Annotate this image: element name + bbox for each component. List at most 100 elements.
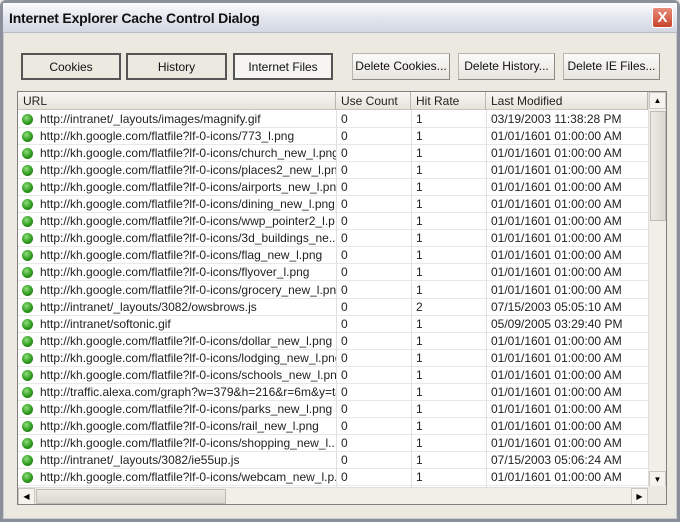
delete-ie-files-button[interactable]: Delete IE Files...: [563, 53, 660, 80]
hit-rate-cell: 1: [416, 163, 423, 178]
table-row[interactable]: http://kh.google.com/flatfile?lf-0-icons…: [18, 418, 648, 435]
cache-entry-icon: [22, 182, 33, 194]
use-count-cell: 0: [341, 401, 348, 416]
use-count-cell: 0: [341, 435, 348, 450]
hit-rate-cell: 1: [416, 146, 423, 161]
url-cell: http://kh.google.com/flatfile?lf-0-icons…: [40, 180, 336, 195]
use-count-cell: 0: [341, 316, 348, 331]
url-cell: http://kh.google.com/flatfile?lf-0-icons…: [40, 435, 336, 450]
url-cell: http://kh.google.com/flatfile?lf-0-icons…: [40, 163, 336, 178]
scroll-left-button[interactable]: ◀: [18, 488, 35, 504]
window-title: Internet Explorer Cache Control Dialog: [9, 10, 260, 26]
table-row[interactable]: http://intranet/_layouts/images/magnify.…: [18, 111, 648, 128]
scroll-right-button[interactable]: ▶: [631, 488, 648, 504]
url-cell: http://kh.google.com/flatfile?lf-0-icons…: [40, 146, 336, 161]
use-count-cell: 0: [341, 282, 348, 297]
url-cell: http://kh.google.com/flatfile?lf-0-icons…: [40, 470, 336, 485]
cache-control-dialog: Internet Explorer Cache Control Dialog X…: [0, 0, 680, 522]
last-modified-cell: 05/09/2005 03:29:40 PM: [491, 316, 623, 331]
close-button[interactable]: X: [652, 7, 673, 28]
cache-entry-icon: [22, 403, 33, 415]
horizontal-scrollbar[interactable]: ◀ ▶: [18, 487, 648, 504]
cache-entry-icon: [22, 455, 33, 466]
last-modified-cell: 01/01/1601 01:00:00 AM: [491, 197, 622, 212]
column-header-use-count[interactable]: Use Count: [336, 92, 411, 110]
url-cell: http://kh.google.com/flatfile?lf-0-icons…: [40, 197, 335, 212]
use-count-cell: 0: [341, 265, 348, 280]
internet-files-toggle-button[interactable]: Internet Files: [233, 53, 333, 80]
use-count-cell: 0: [341, 214, 348, 229]
table-row[interactable]: http://kh.google.com/flatfile?lf-0-icons…: [18, 213, 648, 231]
url-cell: http://kh.google.com/flatfile?lf-0-icons…: [40, 367, 336, 382]
table-row[interactable]: http://kh.google.com/flatfile?lf-0-icons…: [18, 401, 648, 418]
table-row[interactable]: http://kh.google.com/flatfile?lf-0-icons…: [18, 282, 648, 299]
use-count-cell: 0: [341, 384, 348, 399]
table-row[interactable]: http://kh.google.com/flatfile?lf-0-icons…: [18, 333, 648, 350]
use-count-cell: 0: [341, 299, 348, 314]
title-bar[interactable]: Internet Explorer Cache Control Dialog X: [3, 3, 677, 33]
table-row[interactable]: http://kh.google.com/flatfile?lf-0-icons…: [18, 179, 648, 197]
table-row[interactable]: http://kh.google.com/flatfile?lf-0-icons…: [18, 435, 648, 452]
use-count-cell: 0: [341, 129, 348, 144]
table-row[interactable]: http://kh.google.com/flatfile?lf-0-icons…: [18, 145, 648, 163]
hit-rate-cell: 1: [416, 129, 423, 144]
table-row[interactable]: http://kh.google.com/flatfile?lf-0-icons…: [18, 196, 648, 214]
table-row[interactable]: http://intranet/_layouts/3082/ie55up.js 0…: [18, 452, 648, 469]
use-count-cell: 0: [341, 350, 348, 365]
cache-entry-icon: [22, 233, 33, 245]
cache-entry-icon: [22, 131, 33, 143]
table-row[interactable]: http://kh.google.com/flatfile?lf-0-icons…: [18, 128, 648, 146]
last-modified-cell: 01/01/1601 01:00:00 AM: [491, 282, 622, 297]
hit-rate-cell: 1: [416, 470, 423, 485]
use-count-cell: 0: [341, 197, 348, 212]
delete-history-button[interactable]: Delete History...: [458, 53, 555, 80]
table-row[interactable]: http://intranet/_layouts/3082/owsbrows.j…: [18, 299, 648, 316]
last-modified-cell: 01/01/1601 01:00:00 AM: [491, 401, 622, 416]
cache-entry-icon: [22, 318, 33, 330]
vertical-scroll-thumb[interactable]: [650, 111, 666, 221]
cache-entry-icon: [22, 199, 33, 211]
cache-entry-icon: [22, 165, 33, 177]
history-toggle-button[interactable]: History: [126, 53, 227, 80]
last-modified-cell: 01/01/1601 01:00:00 AM: [491, 418, 622, 433]
column-header-last-modified[interactable]: Last Modified: [486, 92, 648, 110]
cache-list[interactable]: URL Use Count Hit Rate Last Modified htt…: [17, 91, 667, 505]
last-modified-cell: 07/15/2003 05:05:10 AM: [491, 299, 622, 314]
delete-cookies-button[interactable]: Delete Cookies...: [352, 53, 450, 80]
url-cell: http://kh.google.com/flatfile?lf-0-icons…: [40, 248, 323, 263]
vertical-scrollbar[interactable]: ▲ ▼: [648, 92, 666, 488]
table-row[interactable]: http://kh.google.com/flatfile?lf-0-icons…: [18, 264, 648, 282]
table-row[interactable]: http://intranet/softonic.gif 0 1 05/09/2005…: [18, 316, 648, 333]
use-count-cell: 0: [341, 180, 348, 195]
last-modified-cell: 01/01/1601 01:00:00 AM: [491, 367, 622, 382]
table-row[interactable]: http://kh.google.com/flatfile?lf-0-icons…: [18, 162, 648, 180]
table-row[interactable]: http://kh.google.com/flatfile?lf-0-icons…: [18, 350, 648, 367]
last-modified-cell: 07/15/2003 05:06:24 AM: [491, 453, 622, 467]
cache-entry-icon: [22, 301, 33, 313]
cookies-toggle-button[interactable]: Cookies: [21, 53, 121, 80]
url-cell: http://intranet/_layouts/3082/owsbrows.j…: [40, 299, 257, 314]
last-modified-cell: 01/01/1601 01:00:00 AM: [491, 231, 622, 246]
column-divider: [336, 110, 337, 487]
table-row[interactable]: http://kh.google.com/flatfile?lf-0-icons…: [18, 469, 648, 487]
cache-entry-icon: [22, 148, 33, 160]
table-row[interactable]: http://kh.google.com/flatfile?lf-0-icons…: [18, 247, 648, 265]
url-cell: http://kh.google.com/flatfile?lf-0-icons…: [40, 282, 336, 297]
hit-rate-cell: 1: [416, 401, 423, 416]
hit-rate-cell: 1: [416, 350, 423, 365]
horizontal-scroll-thumb[interactable]: [36, 489, 226, 504]
hit-rate-cell: 1: [416, 316, 423, 331]
table-row[interactable]: http://kh.google.com/flatfile?lf-0-icons…: [18, 367, 648, 384]
url-cell: http://kh.google.com/flatfile?lf-0-icons…: [40, 231, 336, 246]
table-row[interactable]: http://kh.google.com/flatfile?lf-0-icons…: [18, 230, 648, 248]
use-count-cell: 0: [341, 470, 348, 485]
list-header: URL Use Count Hit Rate Last Modified: [18, 92, 648, 110]
last-modified-cell: 01/01/1601 01:00:00 AM: [491, 470, 622, 485]
scroll-up-button[interactable]: ▲: [649, 92, 666, 109]
last-modified-cell: 01/01/1601 01:00:00 AM: [491, 435, 622, 450]
scrollbar-corner: [648, 486, 666, 504]
column-header-url[interactable]: URL: [18, 92, 336, 110]
column-header-hit-rate[interactable]: Hit Rate: [411, 92, 486, 110]
table-row[interactable]: http://traffic.alexa.com/graph?w=379&h=2…: [18, 384, 648, 401]
use-count-cell: 0: [341, 333, 348, 348]
